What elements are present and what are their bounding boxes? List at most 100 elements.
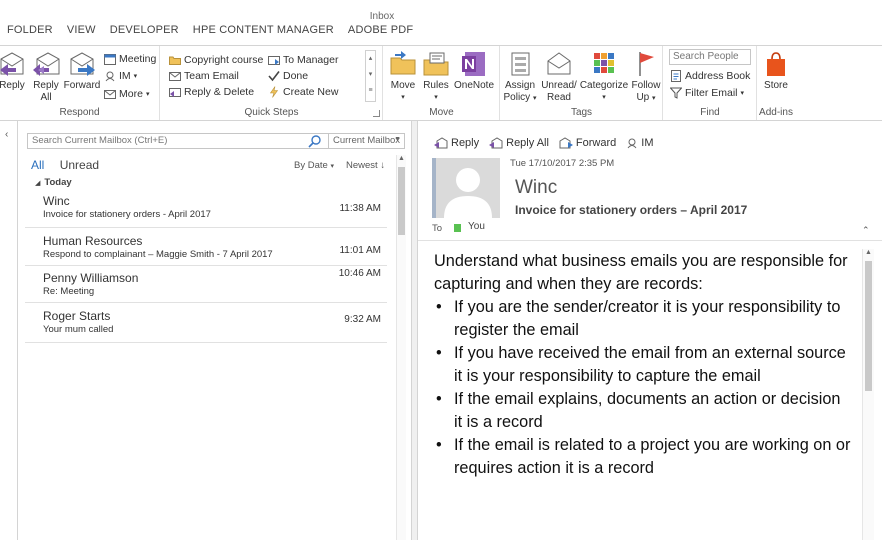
mail-subject: Invoice for stationery orders - April 20… (43, 209, 211, 220)
pane-divider[interactable] (411, 121, 418, 540)
quick-steps-group: Copyright course Team Email Reply & Dele… (161, 46, 383, 120)
quick-step-create-new[interactable]: Create New (268, 84, 338, 99)
folder-pane-collapsed[interactable]: ‹ (0, 121, 18, 540)
move-button[interactable]: Move ▾ (388, 50, 418, 104)
search-scope-dropdown[interactable]: Current Mailbox (333, 135, 400, 146)
scroll-up-icon[interactable]: ▲ (865, 249, 872, 256)
mail-time: 9:32 AM (344, 314, 381, 325)
policy-icon (506, 50, 534, 78)
mail-subject: Re: Meeting (43, 286, 95, 297)
sort-by-dropdown[interactable]: By Date ▾ (294, 160, 334, 171)
reading-reply-button[interactable]: Reply (434, 137, 479, 149)
addins-group: Store Add-ins (758, 46, 794, 120)
recipient-name[interactable]: You (468, 221, 485, 232)
mail-time: 11:38 AM (339, 203, 381, 214)
folder-move-icon (389, 50, 417, 78)
folder-arrow-icon (169, 54, 181, 66)
tab-folder[interactable]: FOLDER (0, 24, 60, 40)
sort-order-toggle[interactable]: Newest ↓ (346, 160, 385, 171)
quick-steps-group-label: Quick Steps (244, 107, 299, 118)
search-people-input[interactable]: Search People (669, 49, 751, 65)
store-icon (762, 50, 790, 78)
scrollbar-thumb[interactable] (865, 261, 872, 391)
assign-policy-button[interactable]: Assign Policy ▾ (501, 50, 539, 105)
body-intro: Understand what business emails you are … (434, 252, 848, 293)
filter-all[interactable]: All (31, 158, 44, 172)
tags-group: Assign Policy ▾ Unread/ Read Categorize … (501, 46, 663, 120)
reading-forward-button[interactable]: Forward (559, 137, 616, 149)
mailbox-search-input[interactable] (32, 135, 302, 146)
to-label: To (432, 223, 443, 234)
to-manager-icon (268, 54, 280, 66)
quick-steps-gallery-scroll[interactable]: ▴ ▾ ≡ (365, 50, 376, 102)
rules-icon (422, 50, 450, 78)
person-silhouette-icon (444, 168, 492, 218)
im-button[interactable]: IM ▾ (104, 68, 137, 83)
addins-group-label: Add-ins (759, 107, 793, 118)
list-item[interactable]: Human Resources Respond to complainant –… (25, 228, 387, 266)
onenote-button[interactable]: OneNote (452, 50, 496, 92)
more-button[interactable]: More ▾ (104, 86, 149, 101)
rules-button[interactable]: Rules ▾ (422, 50, 450, 104)
tab-view[interactable]: VIEW (60, 24, 103, 40)
body-bullet-list: If you are the sender/creator it is your… (434, 296, 852, 480)
follow-up-button[interactable]: Follow Up ▾ (629, 50, 663, 105)
filter-unread[interactable]: Unread (60, 158, 99, 172)
tab-developer[interactable]: DEVELOPER (103, 24, 186, 40)
message-list-pane: Current Mailbox ▼ All Unread By Date ▾ N… (19, 121, 411, 540)
move-group: Move ▾ Rules ▾ OneNote Move (384, 46, 500, 120)
categorize-icon (590, 50, 618, 78)
quick-steps-launcher[interactable] (373, 110, 380, 117)
scroll-up-icon[interactable]: ▲ (398, 155, 405, 162)
reply-all-icon (32, 50, 60, 78)
list-item[interactable]: Winc Invoice for stationery orders - Apr… (25, 191, 387, 228)
reply-all-icon (489, 137, 503, 149)
unread-read-button[interactable]: Unread/ Read (539, 50, 579, 104)
header-divider (418, 240, 882, 241)
sender-avatar (432, 158, 500, 218)
quick-step-to-manager[interactable]: To Manager (268, 52, 338, 67)
list-item[interactable]: Roger Starts Your mum called 9:32 AM (25, 303, 387, 343)
categorize-button[interactable]: Categorize ▾ (579, 50, 629, 104)
body-bullet: If you have received the email from an e… (434, 342, 852, 388)
mailbox-search-box[interactable]: Current Mailbox ▼ (27, 133, 405, 149)
filter-icon (669, 87, 683, 99)
reading-im-button[interactable]: IM (626, 137, 654, 149)
filter-email-button[interactable]: Filter Email ▾ (669, 85, 744, 100)
envelope-open-icon (545, 50, 573, 78)
reply-button[interactable]: Reply (0, 50, 26, 92)
scrollbar-thumb[interactable] (398, 167, 405, 235)
meeting-button[interactable]: Meeting (104, 51, 156, 66)
quick-step-team-email[interactable]: Team Email (169, 68, 239, 83)
find-group-label: Find (700, 107, 720, 118)
tab-hpe-content-manager[interactable]: HPE CONTENT MANAGER (186, 24, 341, 40)
mail-sender: Penny Williamson (43, 271, 139, 285)
im-icon (104, 70, 116, 82)
body-bullet: If the email explains, documents an acti… (434, 388, 852, 434)
mail-subject: Respond to complainant – Maggie Smith - … (43, 249, 273, 260)
body-bullet: If you are the sender/creator it is your… (434, 296, 852, 342)
presence-indicator (454, 224, 461, 232)
message-body-scrollbar[interactable]: ▲ (862, 249, 874, 540)
chevron-left-icon[interactable]: ‹ (5, 129, 8, 140)
message-sender[interactable]: Winc (515, 177, 557, 199)
chevron-down-icon[interactable]: ▼ (394, 136, 401, 143)
list-item[interactable]: Penny Williamson Re: Meeting 10:46 AM (25, 266, 387, 303)
reading-reply-all-button[interactable]: Reply All (489, 137, 549, 149)
quick-step-copyright-course[interactable]: Copyright course (169, 52, 263, 67)
reading-pane: Reply Reply All Forward IM Tue 17/10/201… (418, 121, 882, 540)
quick-step-done[interactable]: Done (268, 68, 308, 83)
tab-adobe-pdf[interactable]: ADOBE PDF (341, 24, 420, 40)
message-list-scrollbar[interactable]: ▲ (396, 155, 406, 540)
collapse-header-icon[interactable]: ⌃ (862, 225, 870, 236)
mail-sender: Roger Starts (43, 309, 111, 323)
search-icon[interactable] (308, 135, 322, 148)
list-filters: All Unread (31, 158, 99, 172)
search-scope-divider (328, 134, 329, 148)
group-header-today[interactable]: ◢ Today (35, 177, 72, 188)
forward-button[interactable]: Forward (62, 50, 102, 92)
address-book-button[interactable]: Address Book (670, 68, 750, 83)
quick-step-reply-delete[interactable]: Reply & Delete (169, 84, 254, 99)
reply-all-button[interactable]: Reply All (30, 50, 62, 104)
store-button[interactable]: Store (760, 50, 792, 92)
